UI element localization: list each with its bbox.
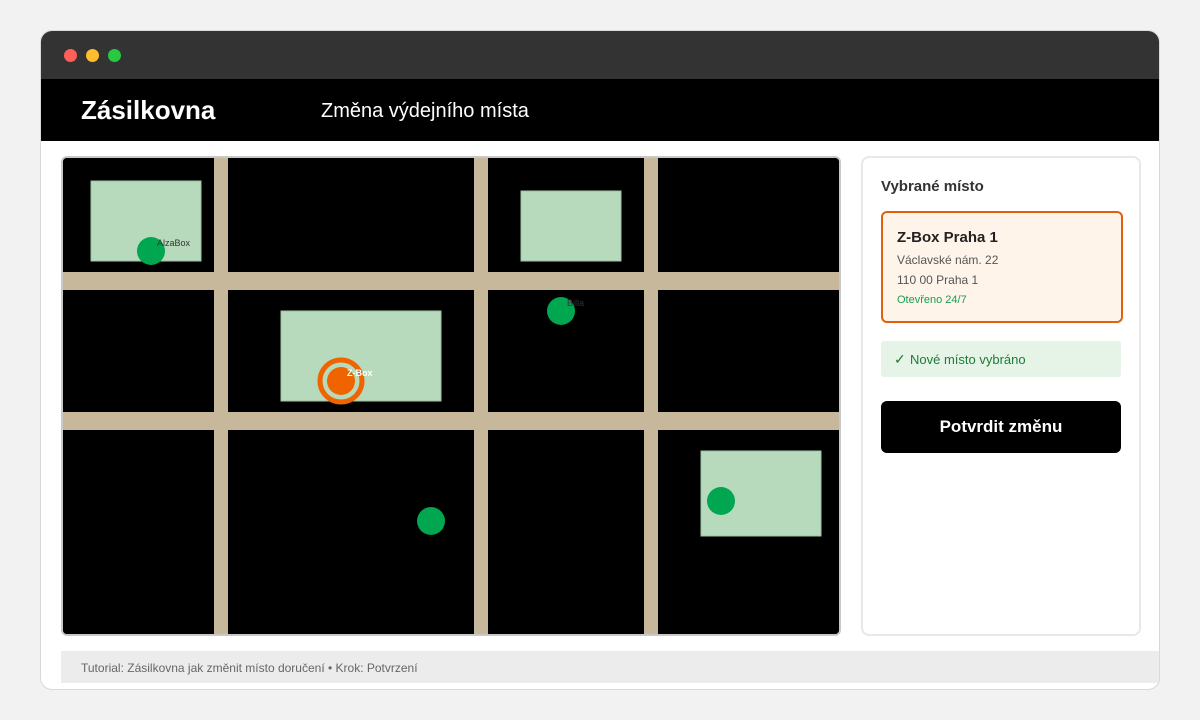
map-park [520, 190, 622, 262]
panel-heading: Vybrané místo [881, 178, 984, 195]
tutorial-footer: Tutorial: Zásilkovna jak změnit místo do… [61, 651, 1159, 683]
map-road-h2 [63, 412, 839, 430]
selected-place-card[interactable]: Z-Box Praha 1 Václavské nám. 22 110 00 P… [881, 211, 1123, 323]
place-city: 110 00 Praha 1 [897, 273, 979, 287]
confirm-change-button[interactable]: Potvrdit změnu [881, 401, 1121, 453]
map-pin-label: Billa [567, 298, 584, 308]
app-header: Zásilkovna Změna výdejního místa [41, 79, 1159, 141]
footer-text: Tutorial: Zásilkovna jak změnit místo do… [81, 661, 418, 675]
place-name: Z-Box Praha 1 [897, 229, 998, 246]
map-canvas[interactable]: AlzaBox Z-Box Billa [63, 158, 839, 634]
window-close-button[interactable] [64, 49, 77, 62]
map-road-v3 [644, 158, 658, 634]
map-road-v1 [214, 158, 228, 634]
place-street: Václavské nám. 22 [897, 253, 999, 267]
success-message-text: Nové místo vybráno [910, 352, 1026, 367]
map-pin[interactable] [417, 507, 445, 535]
place-opening-hours: Otevřeno 24/7 [897, 294, 967, 306]
map-pin-label: Z-Box [347, 368, 373, 378]
map-pin[interactable] [707, 487, 735, 515]
brand-logo[interactable]: Zásilkovna [81, 95, 215, 126]
window-minimize-button[interactable] [86, 49, 99, 62]
page-title: Změna výdejního místa [321, 100, 529, 122]
check-icon: ✓ [894, 351, 906, 367]
map-road-h1 [63, 272, 839, 290]
window-maximize-button[interactable] [108, 49, 121, 62]
map-road-v2 [474, 158, 488, 634]
pickup-map[interactable]: AlzaBox Z-Box Billa [61, 156, 841, 636]
selected-place-panel: Vybrané místo Z-Box Praha 1 Václavské ná… [861, 156, 1141, 636]
title-bar [41, 31, 1159, 79]
map-pin-label: AlzaBox [157, 238, 191, 248]
app-window: Zásilkovna Změna výdejního místa AlzaBox… [40, 30, 1160, 690]
success-message: ✓ Nové místo vybráno [881, 341, 1121, 377]
